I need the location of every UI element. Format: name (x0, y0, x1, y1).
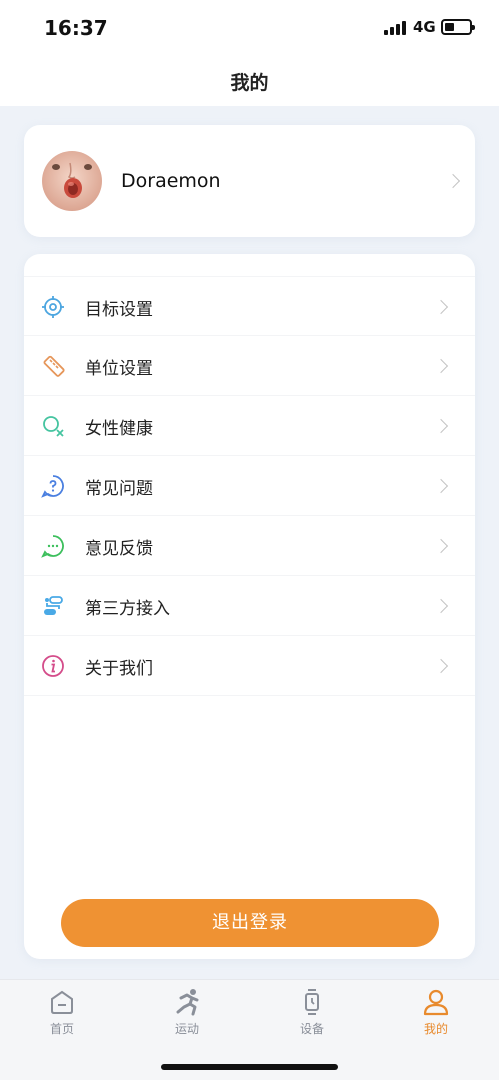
menu-item-label: 意见反馈 (85, 539, 153, 559)
chevron-right-icon (433, 418, 449, 434)
menu-item-label: 常见问题 (85, 479, 153, 499)
status-bar: 16:37 4G (0, 0, 499, 54)
menu-list: 目标设置 单位设置 女性健康 常见问题 意见反馈 第三方接入 关于我们 (24, 276, 475, 696)
menu-item-about-us[interactable]: 关于我们 (24, 636, 475, 696)
nav-bar: 我的 (0, 54, 499, 106)
running-icon (176, 989, 199, 1016)
chevron-right-icon (433, 299, 449, 315)
menu-item-goal-settings[interactable]: 目标设置 (24, 276, 475, 336)
tab-sports[interactable]: 运动 (147, 988, 227, 1048)
menu-item-female-health[interactable]: 女性健康 (24, 396, 475, 456)
menu-item-third-party[interactable]: 第三方接入 (24, 576, 475, 636)
tab-label: 首页 (49, 1022, 74, 1036)
chevron-right-icon (433, 478, 449, 494)
home-icon (51, 990, 73, 1014)
menu-item-label: 目标设置 (85, 300, 153, 320)
info-icon (42, 655, 64, 677)
watch-icon (305, 989, 319, 1015)
chevron-right-icon (433, 658, 449, 674)
third-party-icon (44, 596, 63, 615)
page-title: 我的 (230, 72, 269, 94)
tab-label: 我的 (423, 1022, 448, 1036)
menu-item-faq[interactable]: 常见问题 (24, 456, 475, 516)
profile-card[interactable]: Doraemon (24, 125, 475, 237)
chevron-right-icon (433, 358, 449, 374)
profile-icon (423, 989, 449, 1016)
logout-button[interactable]: 退出登录 (61, 899, 439, 947)
tab-devices[interactable]: 设备 (272, 988, 352, 1048)
target-icon (42, 296, 64, 318)
menu-card: 目标设置 单位设置 女性健康 常见问题 意见反馈 第三方接入 关于我们 退出登录 (24, 254, 475, 959)
feedback-icon (41, 535, 64, 558)
chevron-right-icon (433, 598, 449, 614)
tab-home[interactable]: 首页 (22, 988, 102, 1048)
tab-profile[interactable]: 我的 (396, 988, 476, 1048)
username: Doraemon (121, 170, 221, 192)
female-health-icon (43, 416, 64, 437)
menu-item-label: 女性健康 (85, 419, 153, 439)
ruler-icon (43, 355, 65, 377)
tab-label: 设备 (299, 1022, 324, 1036)
chevron-right-icon (445, 173, 461, 189)
network-type: 4G (413, 18, 436, 36)
status-time: 16:37 (44, 16, 108, 40)
menu-item-label: 单位设置 (85, 359, 153, 379)
signal-icon (384, 21, 408, 35)
avatar[interactable] (42, 151, 102, 211)
menu-item-unit-settings[interactable]: 单位设置 (24, 336, 475, 396)
menu-item-label: 关于我们 (85, 659, 153, 679)
chevron-right-icon (433, 538, 449, 554)
menu-item-label: 第三方接入 (85, 599, 170, 619)
home-indicator (161, 1064, 338, 1070)
menu-item-feedback[interactable]: 意见反馈 (24, 516, 475, 576)
question-icon (41, 475, 64, 498)
tab-label: 运动 (174, 1022, 199, 1036)
battery-icon (441, 19, 475, 35)
